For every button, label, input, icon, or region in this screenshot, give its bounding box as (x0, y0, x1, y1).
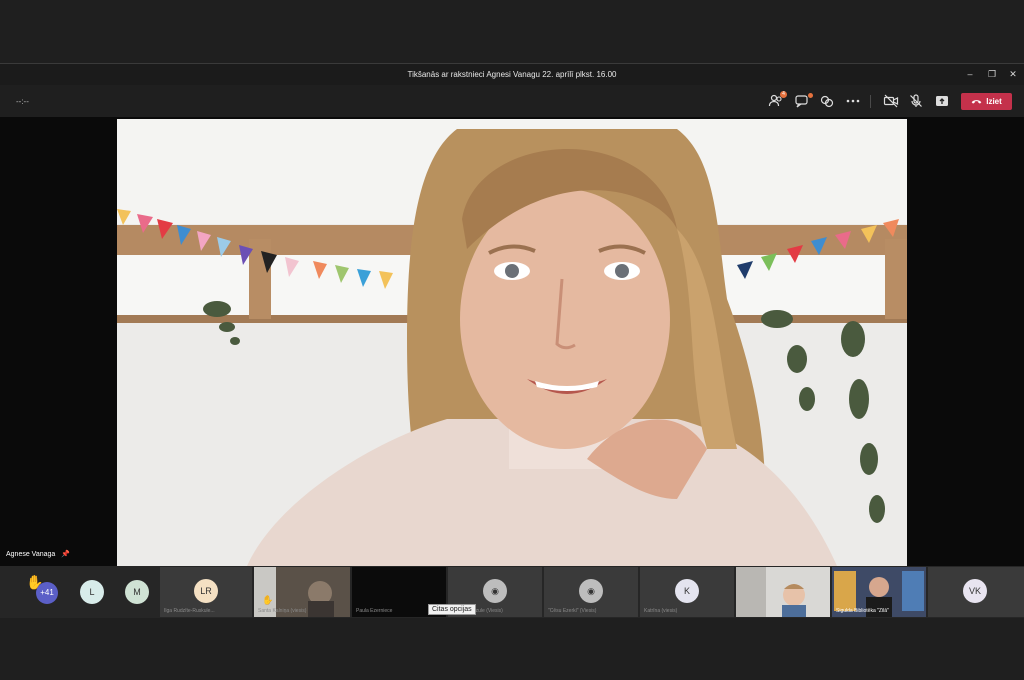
share-tray-icon (936, 96, 948, 106)
main-video-stage: Agnese Vanaga 📌 (0, 117, 1024, 566)
camera-toggle-button[interactable] (883, 93, 899, 109)
meeting-timer: --:-- (16, 97, 29, 106)
participant-tile[interactable] (736, 567, 830, 617)
restore-icon[interactable]: ❐ (984, 67, 1000, 81)
leave-label: Iziet (986, 97, 1002, 106)
chat-badge-dot (808, 93, 813, 98)
participant-avatar: K (675, 579, 699, 603)
toolbar-divider (870, 95, 871, 108)
speaker-video[interactable] (117, 119, 907, 566)
participants-badge: 4 (780, 91, 787, 98)
mic-toggle-button[interactable] (908, 93, 924, 109)
participant-tile[interactable]: Sigulda Bibliotēka "Zilā" (832, 567, 926, 617)
more-icon (846, 99, 860, 103)
screen: Tikšanās ar rakstnieci Agnesi Vanagu 22.… (0, 0, 1024, 680)
more-options-tooltip: Citas opcijas (428, 604, 476, 615)
camera-off-icon (883, 94, 899, 108)
more-options-button[interactable] (845, 93, 861, 109)
speaker-name-label: Agnese Vanaga 📌 (6, 550, 70, 558)
speaker-name: Agnese Vanaga (6, 551, 56, 558)
participant-name: Sigulda Bibliotēka "Zilā" (836, 608, 889, 614)
participant-avatar: VK (963, 579, 987, 603)
overflow-count: +41 (36, 582, 58, 604)
participant-avatar[interactable]: M (125, 580, 149, 604)
participant-avatar: LR (194, 579, 218, 603)
breakout-icon (820, 95, 834, 108)
participant-strip: ✋ +41 L M LR Ilga Rudzīte-Ruskule... ✋ S… (0, 566, 1024, 618)
share-content-button[interactable] (934, 93, 950, 109)
generic-user-icon: ◉ (483, 579, 507, 603)
mic-off-icon (910, 94, 922, 107)
participant-tile[interactable]: LR Ilga Rudzīte-Ruskule... (160, 567, 252, 617)
participant-name: Ilga Rudzīte-Ruskule... (164, 608, 215, 614)
participant-name: Paula Ezerniece (356, 608, 393, 614)
participant-name: "Cēsu Ezerkl" (Viesis) (548, 608, 597, 614)
minimize-icon[interactable]: – (962, 67, 978, 81)
title-bar: Tikšanās ar rakstnieci Agnesi Vanagu 22.… (0, 64, 1024, 85)
generic-user-icon: ◉ (579, 579, 603, 603)
participant-tile[interactable]: ◉ "Cēsu Ezerkl" (Viesis) (544, 567, 638, 617)
participant-video (736, 567, 830, 617)
raised-hand-indicator[interactable]: ✋ +41 (26, 574, 60, 604)
raised-hand-icon: ✋ (262, 595, 274, 605)
chat-button[interactable] (794, 93, 813, 109)
reactions-button[interactable] (819, 93, 835, 109)
pin-icon: 📌 (61, 551, 70, 558)
participant-tile[interactable]: VK (928, 567, 1024, 617)
teams-meeting-window: Tikšanās ar rakstnieci Agnesi Vanagu 22.… (0, 63, 1024, 618)
participant-tile[interactable]: ✋ Santa Kalniņa (viesis) (254, 567, 350, 617)
participant-avatar[interactable]: L (80, 580, 104, 604)
leave-button[interactable]: Iziet (961, 93, 1012, 110)
close-icon[interactable]: ✕ (1005, 67, 1021, 81)
participant-name: Santa Kalniņa (viesis) (258, 608, 307, 614)
participants-button[interactable]: 4 (768, 91, 787, 109)
window-title: Tikšanās ar rakstnieci Agnesi Vanagu 22.… (407, 70, 617, 79)
participant-tile[interactable]: K Katrīna (viesis) (640, 567, 734, 617)
participant-name: Katrīna (viesis) (644, 608, 678, 614)
phone-hangup-icon (971, 100, 982, 104)
speaker-video-frame (117, 119, 907, 566)
meeting-toolbar: --:-- 4 Iziet (0, 85, 1024, 117)
